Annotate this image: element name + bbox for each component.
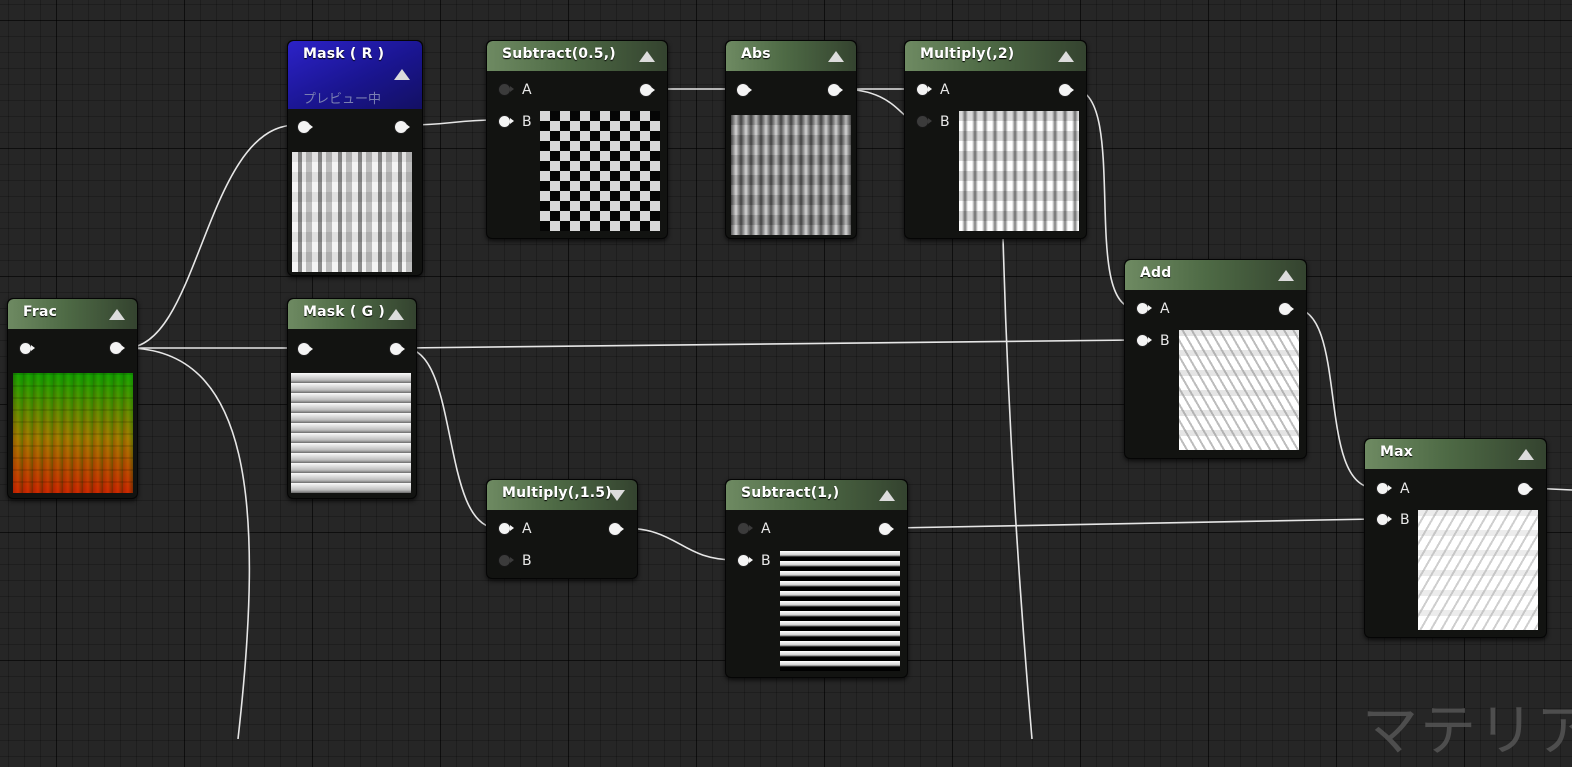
node-multiply-2[interactable]: Multiply(,2) A B: [904, 40, 1087, 239]
preview-thumbnail: [780, 551, 900, 671]
preview-thumbnail: [292, 152, 412, 272]
input-pin-a[interactable]: [1377, 483, 1392, 494]
node-header[interactable]: Add: [1125, 260, 1306, 290]
input-pin-a[interactable]: [917, 84, 932, 95]
node-title: Multiply(,2): [920, 46, 1015, 62]
output-pin[interactable]: [609, 523, 624, 535]
output-pin[interactable]: [1518, 483, 1533, 495]
output-pin[interactable]: [395, 121, 410, 133]
node-title: Multiply(,1.5): [502, 485, 612, 501]
input-pin-a[interactable]: [738, 523, 753, 534]
triangle-down-icon[interactable]: [609, 490, 625, 501]
triangle-up-icon[interactable]: [639, 51, 655, 62]
input-pin[interactable]: [20, 343, 35, 354]
wire-frac-down: [125, 347, 251, 739]
node-mask-g[interactable]: Mask ( G ): [287, 298, 417, 499]
node-multiply-1-5[interactable]: Multiply(,1.5) A B: [486, 479, 638, 579]
pin-label-a: A: [761, 521, 771, 537]
node-subtract-half[interactable]: Subtract(0.5,) A B: [486, 40, 668, 239]
wire-subtract1-to-max: [892, 518, 1376, 529]
output-pin[interactable]: [110, 342, 125, 354]
pin-label-b: B: [1400, 512, 1410, 528]
triangle-up-icon[interactable]: [828, 51, 844, 62]
node-title: Mask ( G ): [303, 304, 385, 320]
triangle-up-icon[interactable]: [1058, 51, 1074, 62]
node-add[interactable]: Add A B: [1124, 259, 1307, 459]
pin-label-b: B: [940, 114, 950, 130]
triangle-up-icon[interactable]: [394, 69, 410, 80]
preview-thumbnail: [731, 115, 851, 235]
node-header[interactable]: Mask ( R ) プレビュー中: [288, 41, 422, 109]
node-header[interactable]: Multiply(,1.5): [487, 480, 637, 510]
node-header[interactable]: Subtract(0.5,): [487, 41, 667, 71]
wire-multiply15-to-subtract1: [621, 527, 737, 561]
node-frac[interactable]: Frac: [7, 298, 138, 499]
input-pin-b[interactable]: [1137, 335, 1152, 346]
node-header[interactable]: Multiply(,2): [905, 41, 1086, 71]
input-pin-b[interactable]: [499, 555, 514, 566]
node-header[interactable]: Subtract(1,): [726, 480, 907, 510]
preview-thumbnail: [1179, 330, 1299, 450]
output-pin[interactable]: [640, 84, 655, 96]
node-title: Subtract(0.5,): [502, 46, 616, 62]
graph-watermark: マテリア: [1362, 699, 1572, 764]
node-title: Mask ( R ): [303, 46, 385, 62]
output-pin[interactable]: [879, 523, 894, 535]
pin-label-b: B: [522, 553, 532, 569]
triangle-up-icon[interactable]: [1278, 270, 1294, 281]
output-pin[interactable]: [1059, 84, 1074, 96]
input-pin-b[interactable]: [1377, 514, 1392, 525]
input-pin-b[interactable]: [917, 116, 932, 127]
node-max[interactable]: Max A B: [1364, 438, 1547, 638]
preview-thumbnail: [540, 111, 660, 231]
node-title: Frac: [23, 304, 58, 320]
input-pin[interactable]: [737, 84, 752, 96]
preview-thumbnail: [959, 111, 1079, 231]
node-title: Max: [1380, 444, 1414, 460]
pin-label-a: A: [1400, 481, 1410, 497]
pin-label-a: A: [522, 521, 532, 537]
node-header[interactable]: Frac: [8, 299, 137, 329]
pin-label-b: B: [1160, 333, 1170, 349]
pin-label-b: B: [761, 553, 771, 569]
pin-label-a: A: [1160, 301, 1170, 317]
output-pin[interactable]: [390, 343, 405, 355]
preview-thumbnail: [13, 373, 133, 493]
triangle-up-icon[interactable]: [388, 309, 404, 320]
input-pin-b[interactable]: [738, 555, 753, 566]
preview-thumbnail: [1418, 510, 1538, 630]
input-pin-a[interactable]: [499, 523, 514, 534]
node-header[interactable]: Max: [1365, 439, 1546, 469]
input-pin[interactable]: [298, 343, 313, 355]
triangle-up-icon[interactable]: [109, 309, 125, 320]
output-pin[interactable]: [1279, 303, 1294, 315]
wire-mask-g-to-add: [403, 339, 1136, 349]
input-pin-a[interactable]: [1137, 303, 1152, 314]
triangle-up-icon[interactable]: [1518, 449, 1534, 460]
preview-status-label: プレビュー中: [303, 92, 382, 107]
input-pin-a[interactable]: [499, 84, 514, 95]
output-pin[interactable]: [828, 84, 843, 96]
node-mask-r[interactable]: Mask ( R ) プレビュー中: [287, 40, 423, 276]
triangle-up-icon[interactable]: [879, 490, 895, 501]
node-subtract-1[interactable]: Subtract(1,) A B: [725, 479, 908, 678]
node-header[interactable]: Abs: [726, 41, 856, 71]
node-header[interactable]: Mask ( G ): [288, 299, 416, 329]
pin-label-a: A: [522, 82, 532, 98]
node-title: Add: [1140, 265, 1172, 281]
node-title: Abs: [741, 46, 771, 62]
input-pin-b[interactable]: [499, 116, 514, 127]
material-graph-canvas[interactable]: Frac Mask ( R ) プレビュー中 Mask ( G ) Subtra…: [0, 0, 1572, 764]
wire-mask-g-to-multiply15: [403, 347, 498, 529]
input-pin[interactable]: [298, 121, 313, 133]
node-title: Subtract(1,): [741, 485, 840, 501]
pin-label-a: A: [940, 82, 950, 98]
wire-frac-to-mask-r: [125, 124, 297, 349]
node-abs[interactable]: Abs: [725, 40, 857, 239]
pin-label-b: B: [522, 114, 532, 130]
wire-multiply2-down: [1002, 236, 1033, 739]
preview-thumbnail: [291, 373, 411, 493]
